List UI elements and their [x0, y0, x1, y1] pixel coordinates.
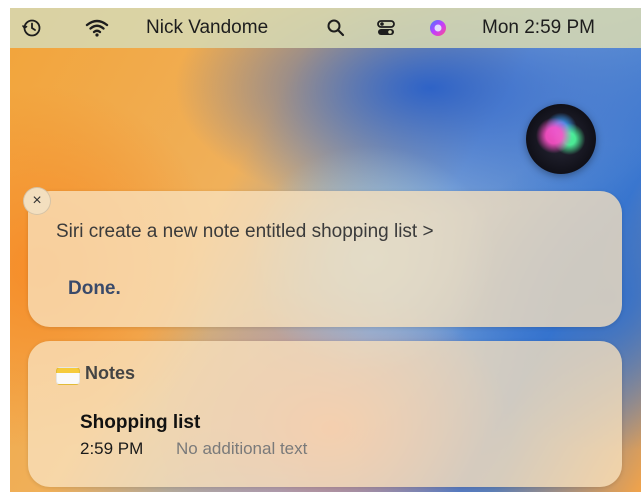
siri-query-text[interactable]: Siri create a new note entitled shopping… — [56, 221, 434, 243]
time-machine-icon[interactable] — [22, 8, 42, 48]
wifi-icon[interactable] — [85, 8, 109, 48]
desktop: Nick Vandome Mon 2:59 PM × Siri create a… — [10, 8, 641, 492]
control-center-icon[interactable] — [376, 8, 396, 48]
notes-icon — [56, 367, 80, 385]
menu-bar-clock[interactable]: Mon 2:59 PM — [482, 8, 595, 48]
close-button[interactable]: × — [23, 187, 51, 215]
user-name-menu[interactable]: Nick Vandome — [146, 8, 268, 48]
siri-response-card — [28, 191, 622, 327]
search-icon[interactable] — [326, 8, 346, 48]
notes-app-label: Notes — [85, 363, 136, 383]
note-title: Shopping list — [80, 412, 201, 433]
siri-orb[interactable] — [526, 104, 596, 174]
note-preview: No additional text — [176, 439, 308, 458]
close-icon: × — [32, 192, 42, 209]
menu-bar: Nick Vandome Mon 2:59 PM — [10, 8, 641, 48]
note-time: 2:59 PM — [80, 439, 144, 458]
siri-icon[interactable] — [428, 8, 448, 48]
siri-response-text: Done. — [68, 278, 121, 299]
